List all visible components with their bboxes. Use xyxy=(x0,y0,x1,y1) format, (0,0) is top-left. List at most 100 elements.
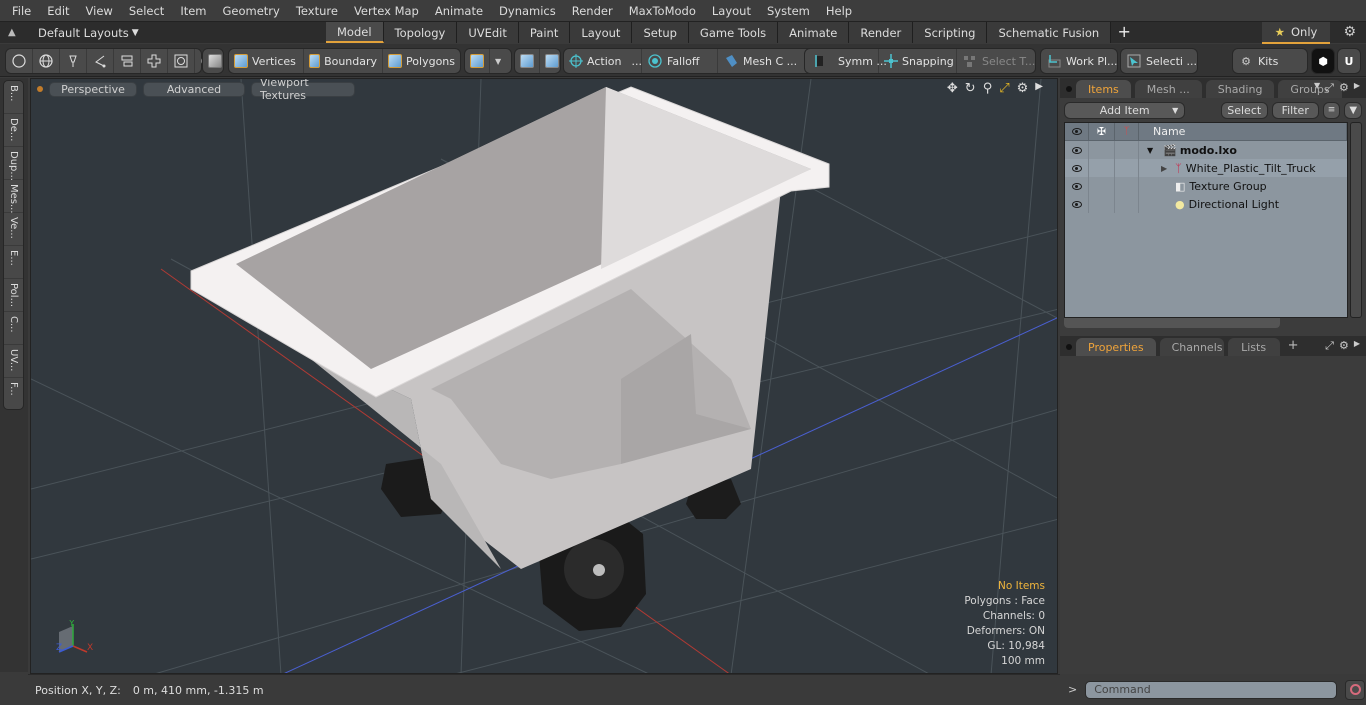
visibility-toggle[interactable] xyxy=(1065,141,1089,159)
3d-viewport[interactable]: Perspective Advanced Viewport Textures ✥… xyxy=(30,78,1058,674)
gear-icon[interactable]: ⚙ xyxy=(1343,24,1356,40)
menu-geometry[interactable]: Geometry xyxy=(215,4,288,18)
visibility-column-header[interactable] xyxy=(1065,123,1089,140)
tab-scripting[interactable]: Scripting xyxy=(913,22,988,43)
viewport-textures-button[interactable]: Viewport Textures xyxy=(251,79,355,102)
panel-arrow-icon[interactable]: ▶ xyxy=(1354,339,1360,353)
tab-game-tools[interactable]: Game Tools xyxy=(688,22,779,43)
menu-edit[interactable]: Edit xyxy=(39,4,77,18)
menu-texture[interactable]: Texture xyxy=(288,4,346,18)
tab-setup[interactable]: Setup xyxy=(632,22,689,43)
action-center-button[interactable]: Action... xyxy=(564,49,642,73)
pen-tool-button[interactable] xyxy=(60,49,87,73)
zoom-icon[interactable]: ⚲ xyxy=(983,81,993,96)
menu-select[interactable]: Select xyxy=(121,4,172,18)
kit-unreal-button[interactable]: U xyxy=(1337,48,1361,74)
tab-uvedit[interactable]: UVEdit xyxy=(457,22,519,43)
sphere-tool-button[interactable] xyxy=(6,49,33,73)
selection-sets-button[interactable]: Selecti ... xyxy=(1121,49,1202,73)
palette-tab-deform[interactable]: De... xyxy=(4,114,23,147)
menu-item[interactable]: Item xyxy=(172,4,214,18)
maximize-panel-icon[interactable]: ⤢ xyxy=(1325,81,1334,95)
vertices-mode-button[interactable]: Vertices xyxy=(229,49,305,73)
tab-channels[interactable]: Channels xyxy=(1159,338,1224,356)
palette-tab-basic[interactable]: B... xyxy=(4,81,23,114)
kit-unity-button[interactable]: ⬢ xyxy=(1311,48,1335,74)
menu-layout[interactable]: Layout xyxy=(704,4,759,18)
rotate-icon[interactable]: ↻ xyxy=(965,81,976,96)
select-through-button[interactable]: Select T... xyxy=(957,49,1040,73)
record-macro-button[interactable] xyxy=(1345,679,1366,700)
tab-shading[interactable]: Shading xyxy=(1205,80,1275,98)
panel-menu-dot[interactable] xyxy=(1066,86,1072,92)
view-type-button[interactable]: Perspective xyxy=(49,81,137,97)
item-tree-hscrollbar[interactable] xyxy=(1064,318,1280,328)
add-item-button[interactable]: Add Item ▼ xyxy=(1064,101,1186,119)
mesh-constraints-button[interactable]: Mesh C ... xyxy=(718,49,802,73)
tab-paint[interactable]: Paint xyxy=(518,22,571,43)
uv-unwrap-button[interactable] xyxy=(141,49,168,73)
tab-lists[interactable]: Lists xyxy=(1227,338,1280,356)
transform-button[interactable] xyxy=(515,49,540,73)
select-button[interactable]: Select xyxy=(1220,101,1268,119)
funnel-filter-button[interactable]: ▼ xyxy=(1344,101,1363,119)
type-column-header[interactable]: ᛉ xyxy=(1115,123,1139,140)
tab-layout[interactable]: Layout xyxy=(570,22,633,43)
viewport-menu-dot[interactable] xyxy=(37,86,43,92)
bezier-tool-button[interactable] xyxy=(87,49,114,73)
lock-column-header[interactable]: ✠ xyxy=(1089,123,1115,140)
item-mode-button[interactable] xyxy=(203,49,227,73)
shading-mode-button[interactable]: Advanced xyxy=(143,81,245,97)
tab-mesh-ops[interactable]: Mesh ... xyxy=(1134,80,1202,98)
palette-tab-edge[interactable]: E... xyxy=(4,246,23,279)
layout-selector[interactable]: ▲ Default Layouts ▼ xyxy=(0,22,326,43)
visibility-toggle[interactable] xyxy=(1065,159,1089,177)
visibility-toggle[interactable] xyxy=(1065,177,1089,195)
palette-tab-uv[interactable]: UV... xyxy=(4,345,23,378)
viewport-expand-arrow-icon[interactable]: ▶ xyxy=(1035,81,1043,96)
palette-tab-duplicate[interactable]: Dup... xyxy=(4,147,23,181)
align-tool-button[interactable] xyxy=(114,49,141,73)
command-input[interactable]: Command xyxy=(1085,680,1338,699)
material-mode-dropdown[interactable]: ▼ xyxy=(490,49,506,73)
polygons-mode-button[interactable]: Polygons xyxy=(383,49,460,73)
element-move-button[interactable] xyxy=(540,49,564,73)
add-tab-button[interactable]: + xyxy=(1111,22,1137,43)
tab-animate[interactable]: Animate xyxy=(778,22,850,43)
tree-row-scene[interactable]: ▼ 🎬 modo.lxo xyxy=(1065,141,1347,159)
tabs-dropdown-icon[interactable]: ▼ xyxy=(1314,81,1320,95)
panel-menu-dot[interactable] xyxy=(1066,344,1072,350)
material-mode-button[interactable] xyxy=(465,49,490,73)
tree-row-light[interactable]: ● Directional Light xyxy=(1065,195,1347,213)
palette-tab-mesh-edit[interactable]: Mes... xyxy=(4,180,23,214)
maximize-panel-icon[interactable]: ⤢ xyxy=(1325,339,1334,353)
add-tab-button[interactable]: + xyxy=(1288,338,1299,353)
only-toggle[interactable]: ★ Only xyxy=(1262,22,1330,44)
viewport-gear-icon[interactable]: ⚙ xyxy=(1017,81,1029,96)
work-plane-button[interactable]: Work Pl... xyxy=(1041,49,1123,73)
tab-render[interactable]: Render xyxy=(849,22,914,43)
tab-model[interactable]: Model xyxy=(326,22,384,43)
tab-properties[interactable]: Properties xyxy=(1076,338,1156,356)
palette-tab-fusion[interactable]: F... xyxy=(4,378,23,411)
panel-arrow-icon[interactable]: ▶ xyxy=(1354,81,1360,95)
menu-animate[interactable]: Animate xyxy=(427,4,491,18)
symmetry-button[interactable]: Symm ... xyxy=(805,49,887,73)
add-item-dropdown-icon[interactable]: ▼ xyxy=(1172,106,1178,115)
tab-schematic-fusion[interactable]: Schematic Fusion xyxy=(987,22,1112,43)
boundary-mode-button[interactable]: Boundary xyxy=(304,49,384,73)
menu-render[interactable]: Render xyxy=(564,4,621,18)
tab-items[interactable]: Items xyxy=(1076,80,1131,98)
menu-file[interactable]: File xyxy=(4,4,39,18)
visibility-toggle[interactable] xyxy=(1065,195,1089,213)
menu-vertex-map[interactable]: Vertex Map xyxy=(346,4,427,18)
globe-tool-button[interactable] xyxy=(33,49,60,73)
maximize-icon[interactable]: ⤢ xyxy=(999,81,1009,96)
menu-system[interactable]: System xyxy=(759,4,818,18)
item-tree-vscrollbar[interactable] xyxy=(1350,122,1362,318)
tab-topology[interactable]: Topology xyxy=(383,22,458,43)
menu-dynamics[interactable]: Dynamics xyxy=(491,4,564,18)
pan-icon[interactable]: ✥ xyxy=(947,81,958,96)
name-column-header[interactable]: Name xyxy=(1139,123,1347,140)
frame-tool-button[interactable] xyxy=(168,49,195,73)
